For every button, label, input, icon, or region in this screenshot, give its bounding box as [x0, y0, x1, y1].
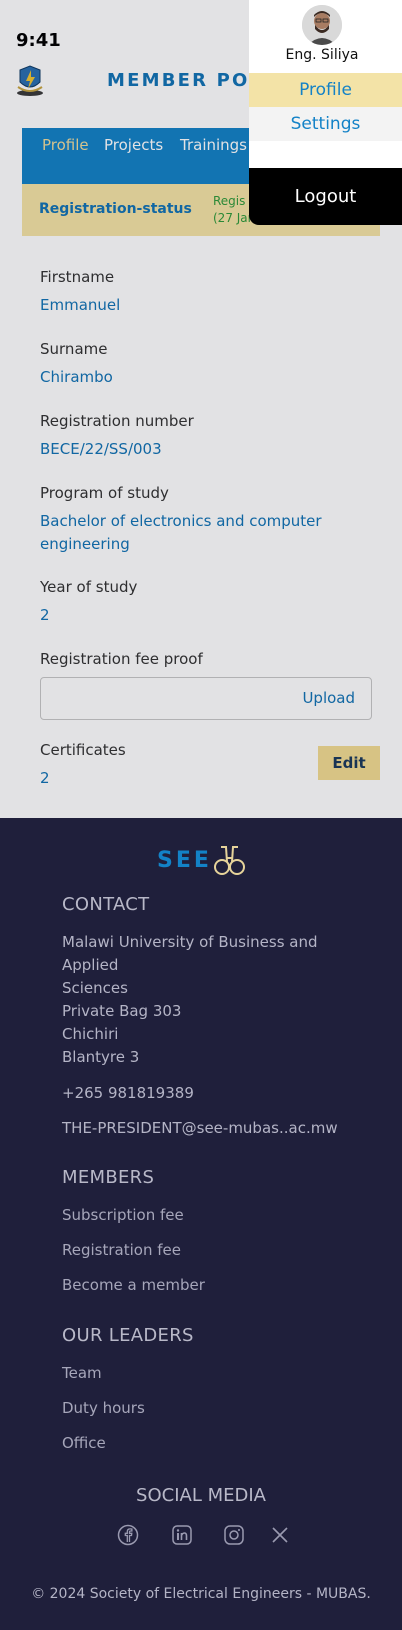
contact-address: Malawi University of Business and Applie… — [62, 931, 318, 1069]
dropdown-item-profile[interactable]: Profile — [249, 73, 402, 107]
address-line: Malawi University of Business and — [62, 933, 318, 951]
our-leaders-heading: OUR LEADERS — [62, 1325, 194, 1346]
address-line: Private Bag 303 — [62, 1002, 182, 1020]
registration-fee-link[interactable]: Registration fee — [62, 1241, 181, 1259]
site-footer: SEE CONTACT Malawi University of Busines… — [0, 818, 402, 1630]
address-line: Applied — [62, 956, 119, 974]
copyright-text: © 2024 Society of Electrical Engineers -… — [31, 1586, 371, 1602]
team-link[interactable]: Team — [62, 1364, 102, 1382]
address-line: Blantyre 3 — [62, 1048, 140, 1066]
become-a-member-link[interactable]: Become a member — [62, 1276, 205, 1294]
members-heading: MEMBERS — [62, 1167, 155, 1188]
facebook-icon[interactable] — [117, 1524, 139, 1546]
footer-logo-text: SEE — [157, 848, 212, 873]
office-link[interactable]: Office — [62, 1434, 106, 1452]
user-avatar-icon — [302, 5, 342, 45]
instagram-icon[interactable] — [223, 1524, 245, 1546]
logout-button[interactable]: Logout — [249, 168, 402, 225]
binoculars-icon — [214, 846, 245, 875]
address-line: Sciences — [62, 979, 128, 997]
dropdown-user-section: Eng. Siliya Profile Settings — [249, 0, 402, 168]
duty-hours-link[interactable]: Duty hours — [62, 1399, 145, 1417]
user-dropdown-menu: Eng. Siliya Profile Settings Logout — [249, 0, 402, 225]
dropdown-user-name: Eng. Siliya — [285, 47, 359, 63]
dropdown-item-settings[interactable]: Settings — [249, 107, 402, 141]
contact-email[interactable]: THE-PRESIDENT@see-mubas..ac.mw — [62, 1117, 338, 1140]
contact-phone[interactable]: +265 981819389 — [62, 1082, 194, 1105]
contact-heading: CONTACT — [62, 894, 150, 915]
x-icon[interactable] — [271, 1526, 289, 1544]
linkedin-icon[interactable] — [171, 1524, 193, 1546]
avatar — [302, 5, 342, 45]
social-media-heading: SOCIAL MEDIA — [136, 1485, 266, 1506]
subscription-fee-link[interactable]: Subscription fee — [62, 1206, 184, 1224]
address-line: Chichiri — [62, 1025, 119, 1043]
